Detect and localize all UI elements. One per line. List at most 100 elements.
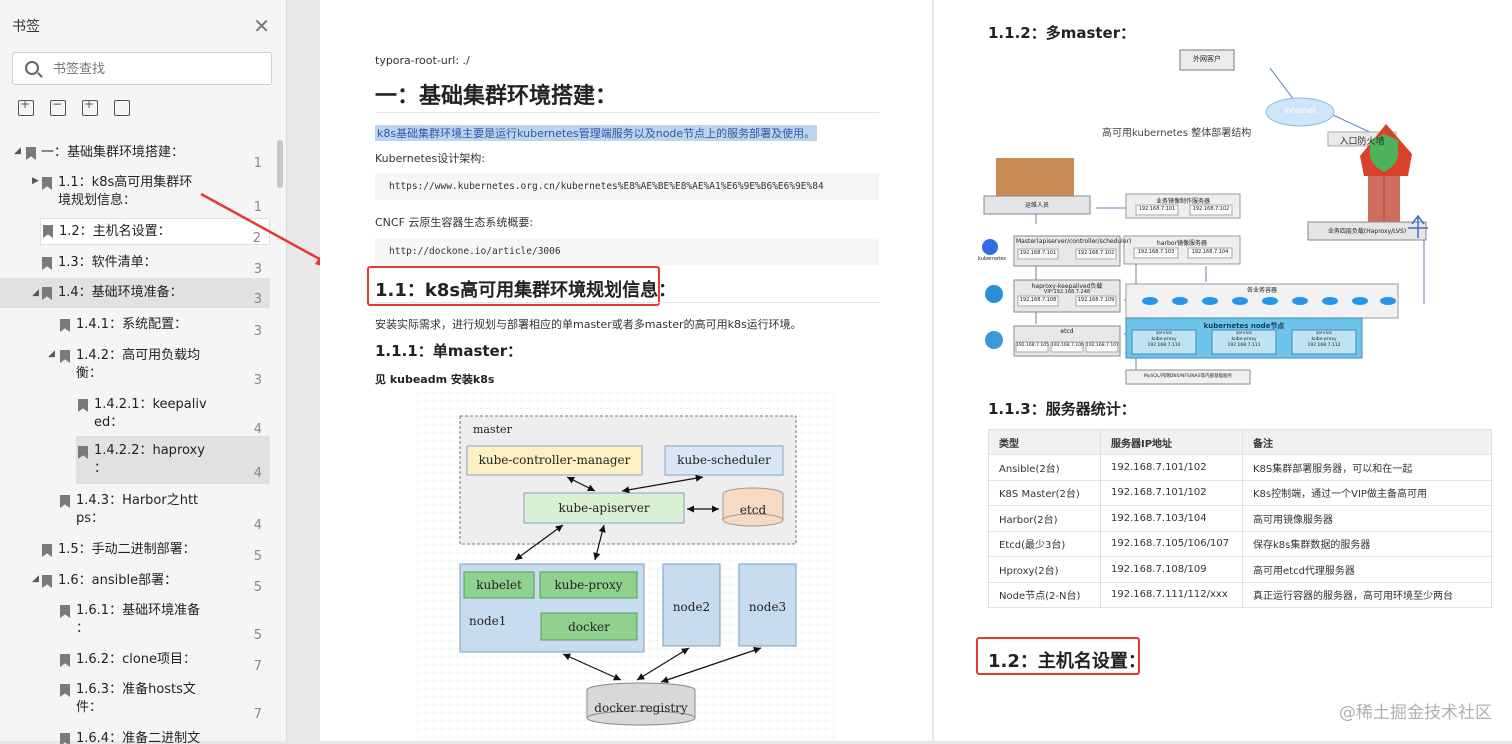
bookmark-label: 1.4.2：高可用负载均 <box>76 348 201 363</box>
collapse-arrow-icon[interactable]: ◢ <box>32 574 39 584</box>
bookmark-page: 7 <box>253 659 262 674</box>
node1-label: node1 <box>469 614 507 628</box>
collapse-arrow-icon[interactable]: ◢ <box>48 349 55 359</box>
table-cell: 192.168.7.105/106/107 <box>1100 530 1243 557</box>
table-row: Harbor(2台) 192.168.7.103/104 高可用镜像服务器 <box>988 505 1492 532</box>
lb-label: 业务四层负载(Haproxy/LVS) <box>1327 228 1407 235</box>
bookmark-item[interactable]: 1.4.1：系统配置： 3 <box>0 316 270 340</box>
bookmark-label: 1.4.3：Harbor之htt <box>76 493 199 508</box>
table-cell: 192.168.7.108/109 <box>1100 556 1243 583</box>
table-cell: Etcd(最少3台) <box>988 530 1101 557</box>
bookmark-page: 3 <box>253 324 262 339</box>
bookmark-icon <box>42 177 52 190</box>
table-row: Etcd(最少3台) 192.168.7.105/106/107 保存k8s集群数据… <box>988 530 1492 557</box>
master-group: Master(apiserver/controller/scheduler) <box>1016 238 1132 245</box>
bookmark-icon[interactable] <box>114 100 130 116</box>
table-cell: Harbor(2台) <box>988 505 1101 532</box>
table-cell: 192.168.7.101/102 <box>1100 454 1243 481</box>
bookmark-label: 1.4：基础环境准备： <box>58 285 183 300</box>
bookmark-label: 1.1：k8s高可用集群环 <box>58 175 193 190</box>
heading-2: 1.1：k8s高可用集群环境规划信息： <box>375 280 677 301</box>
expand-arrow-icon[interactable]: ▶ <box>32 176 39 186</box>
docker-node: docker <box>568 620 610 634</box>
collapse-arrow-icon[interactable]: ◢ <box>14 146 21 156</box>
bookmark-page: 4 <box>253 422 262 437</box>
bookmark-label: 1.5：手动二进制部署： <box>58 542 196 557</box>
bookmark-item[interactable]: 1.6.2：clone项目： 7 <box>0 651 270 675</box>
bookmark-item[interactable]: 1.6.1：基础环境准备 ： 5 <box>0 602 270 646</box>
master-ip-2: 192.168.7.102 <box>1077 250 1115 256</box>
watermark: @稀土掘金技术社区 <box>1339 703 1492 723</box>
diagram-title: 高可用kubernetes 整体部署结构 <box>1102 128 1252 139</box>
bookmark-item[interactable]: 1.4.2.1：keepaliv ed： 4 <box>0 396 270 440</box>
bookmark-icon <box>43 225 53 238</box>
column-header: 服务器IP地址 <box>1100 429 1243 455</box>
code-block[interactable]: https://www.kubernetes.org.cn/kubernetes… <box>375 173 879 200</box>
node-3: service kube-proxy 192.168.7.112 <box>1292 331 1356 349</box>
column-header: 备注 <box>1242 429 1492 455</box>
bookmark-item[interactable]: 1.5：手动二进制部署： 5 <box>0 541 270 565</box>
bookmark-search[interactable] <box>12 52 272 85</box>
close-icon[interactable]: ✕ <box>253 14 270 38</box>
node-1: service kube-proxy 192.168.7.110 <box>1132 331 1196 349</box>
table-cell: Ansible(2台) <box>988 454 1101 481</box>
bookmark-item[interactable]: ◢ 一：基础集群环境搭建： 1 <box>0 144 270 171</box>
bookmark-icon <box>42 575 52 588</box>
bookmark-item[interactable]: 1.6.4：准备二进制文 <box>0 730 270 744</box>
harbor-group: harbor镜像服务器 <box>1157 240 1207 247</box>
bookmark-item[interactable]: ◢ 1.4.2：高可用负载均 衡： 3 <box>0 347 270 391</box>
bookmark-item[interactable]: 1.6.3：准备hosts文 件： 7 <box>0 681 270 725</box>
expand-all-icon[interactable]: + <box>18 97 34 116</box>
etcd-group: etcd <box>1060 328 1074 335</box>
bookmark-search-input[interactable] <box>53 59 253 79</box>
paragraph-bold: 见 kubeadm 安装k8s <box>375 373 495 386</box>
table-row: Ansible(2台) 192.168.7.101/102 K8S集群部署服务器，可… <box>988 454 1492 481</box>
node2-label: node2 <box>672 600 711 614</box>
column-header: 类型 <box>988 429 1101 455</box>
table-cell: Node节点(2-N台) <box>988 581 1101 608</box>
server-table: 类型 服务器IP地址 备注 Ansible(2台) 192.168.7.101/1… <box>988 429 1492 608</box>
bookmark-icon <box>60 654 70 667</box>
bookmark-icon <box>78 446 88 459</box>
external-client: 外网客户 <box>1193 55 1221 63</box>
table-row: Hproxy(2台) 192.168.7.108/109 高可用etcd代理服务器 <box>988 556 1492 583</box>
highlighted-text: k8s基础集群环境主要是运行kubernetes管理端服务以及node节点上的服… <box>375 125 818 141</box>
collapse-all-icon[interactable]: − <box>50 97 66 116</box>
mirror-ip-2: 192.168.7.102 <box>1192 206 1230 212</box>
collapse-arrow-icon[interactable]: ◢ <box>32 288 39 298</box>
bookmark-item[interactable]: 1.4.3：Harbor之htt ps： 4 <box>0 492 270 536</box>
bookmark-icon <box>60 684 70 697</box>
bookmark-label: 1.6.4：准备二进制文 <box>76 731 201 744</box>
bookmark-label: 1.4.1：系统配置： <box>76 317 188 332</box>
multi-master-diagram: 外网客户 Internet 高可用kubernetes 整体部署结构 入口防火墙… <box>976 44 1504 390</box>
table-row: Node节点(2-N台) 192.168.7.111/112/xxx 真正运行容器的… <box>988 581 1492 608</box>
master-ip-1: 192.168.7.101 <box>1019 250 1057 256</box>
bookmark-label: 1.6.1：基础环境准备 <box>76 603 201 618</box>
bookmark-page: 7 <box>253 707 262 722</box>
table-cell: 保存k8s集群数据的服务器 <box>1242 530 1492 557</box>
table-cell: Hproxy(2台) <box>988 556 1101 583</box>
search-icon <box>25 61 39 75</box>
sidebar-scrollbar[interactable] <box>277 140 283 188</box>
mirror-server: 业务镜像制作服务器 <box>1155 198 1210 205</box>
bookmark-label: 1.4.2.1：keepaliv <box>94 397 207 412</box>
document-page-2: 1.1.2：多master： 外网客户 Internet 高可用kubernet… <box>934 0 1512 741</box>
table-cell: 192.168.7.103/104 <box>1100 505 1243 532</box>
table-cell: K8S集群部署服务器，可以和在一起 <box>1242 454 1492 481</box>
ops-label: 运维人员 <box>1024 202 1049 209</box>
bookmark-item[interactable]: 1.4.2.2：haproxy ： 4 <box>76 436 270 484</box>
bookmark-page: 1 <box>253 156 262 171</box>
bookmark-icon <box>60 605 70 618</box>
heading-2: 1.2：主机名设置： <box>988 651 1146 672</box>
firewall-label: 入口防火墙 <box>1339 137 1385 147</box>
controller-manager-node: kube-controller-manager <box>478 453 631 467</box>
registry-node: docker registry <box>594 701 688 715</box>
apiserver-node: kube-apiserver <box>558 501 650 515</box>
add-bookmark-icon[interactable]: + <box>82 97 98 116</box>
bookmark-item[interactable]: ◢ 1.6：ansible部署： 5 <box>0 572 270 596</box>
vip-label: VIP:192.168.7.248 <box>1043 289 1091 295</box>
bookmark-item[interactable]: ◢ 1.4：基础环境准备： 3 <box>0 278 270 308</box>
code-block[interactable]: http://dockone.io/article/3006 <box>375 238 879 265</box>
node-ip: 192.168.7.112 <box>1307 343 1341 348</box>
heading-rule <box>375 112 879 113</box>
